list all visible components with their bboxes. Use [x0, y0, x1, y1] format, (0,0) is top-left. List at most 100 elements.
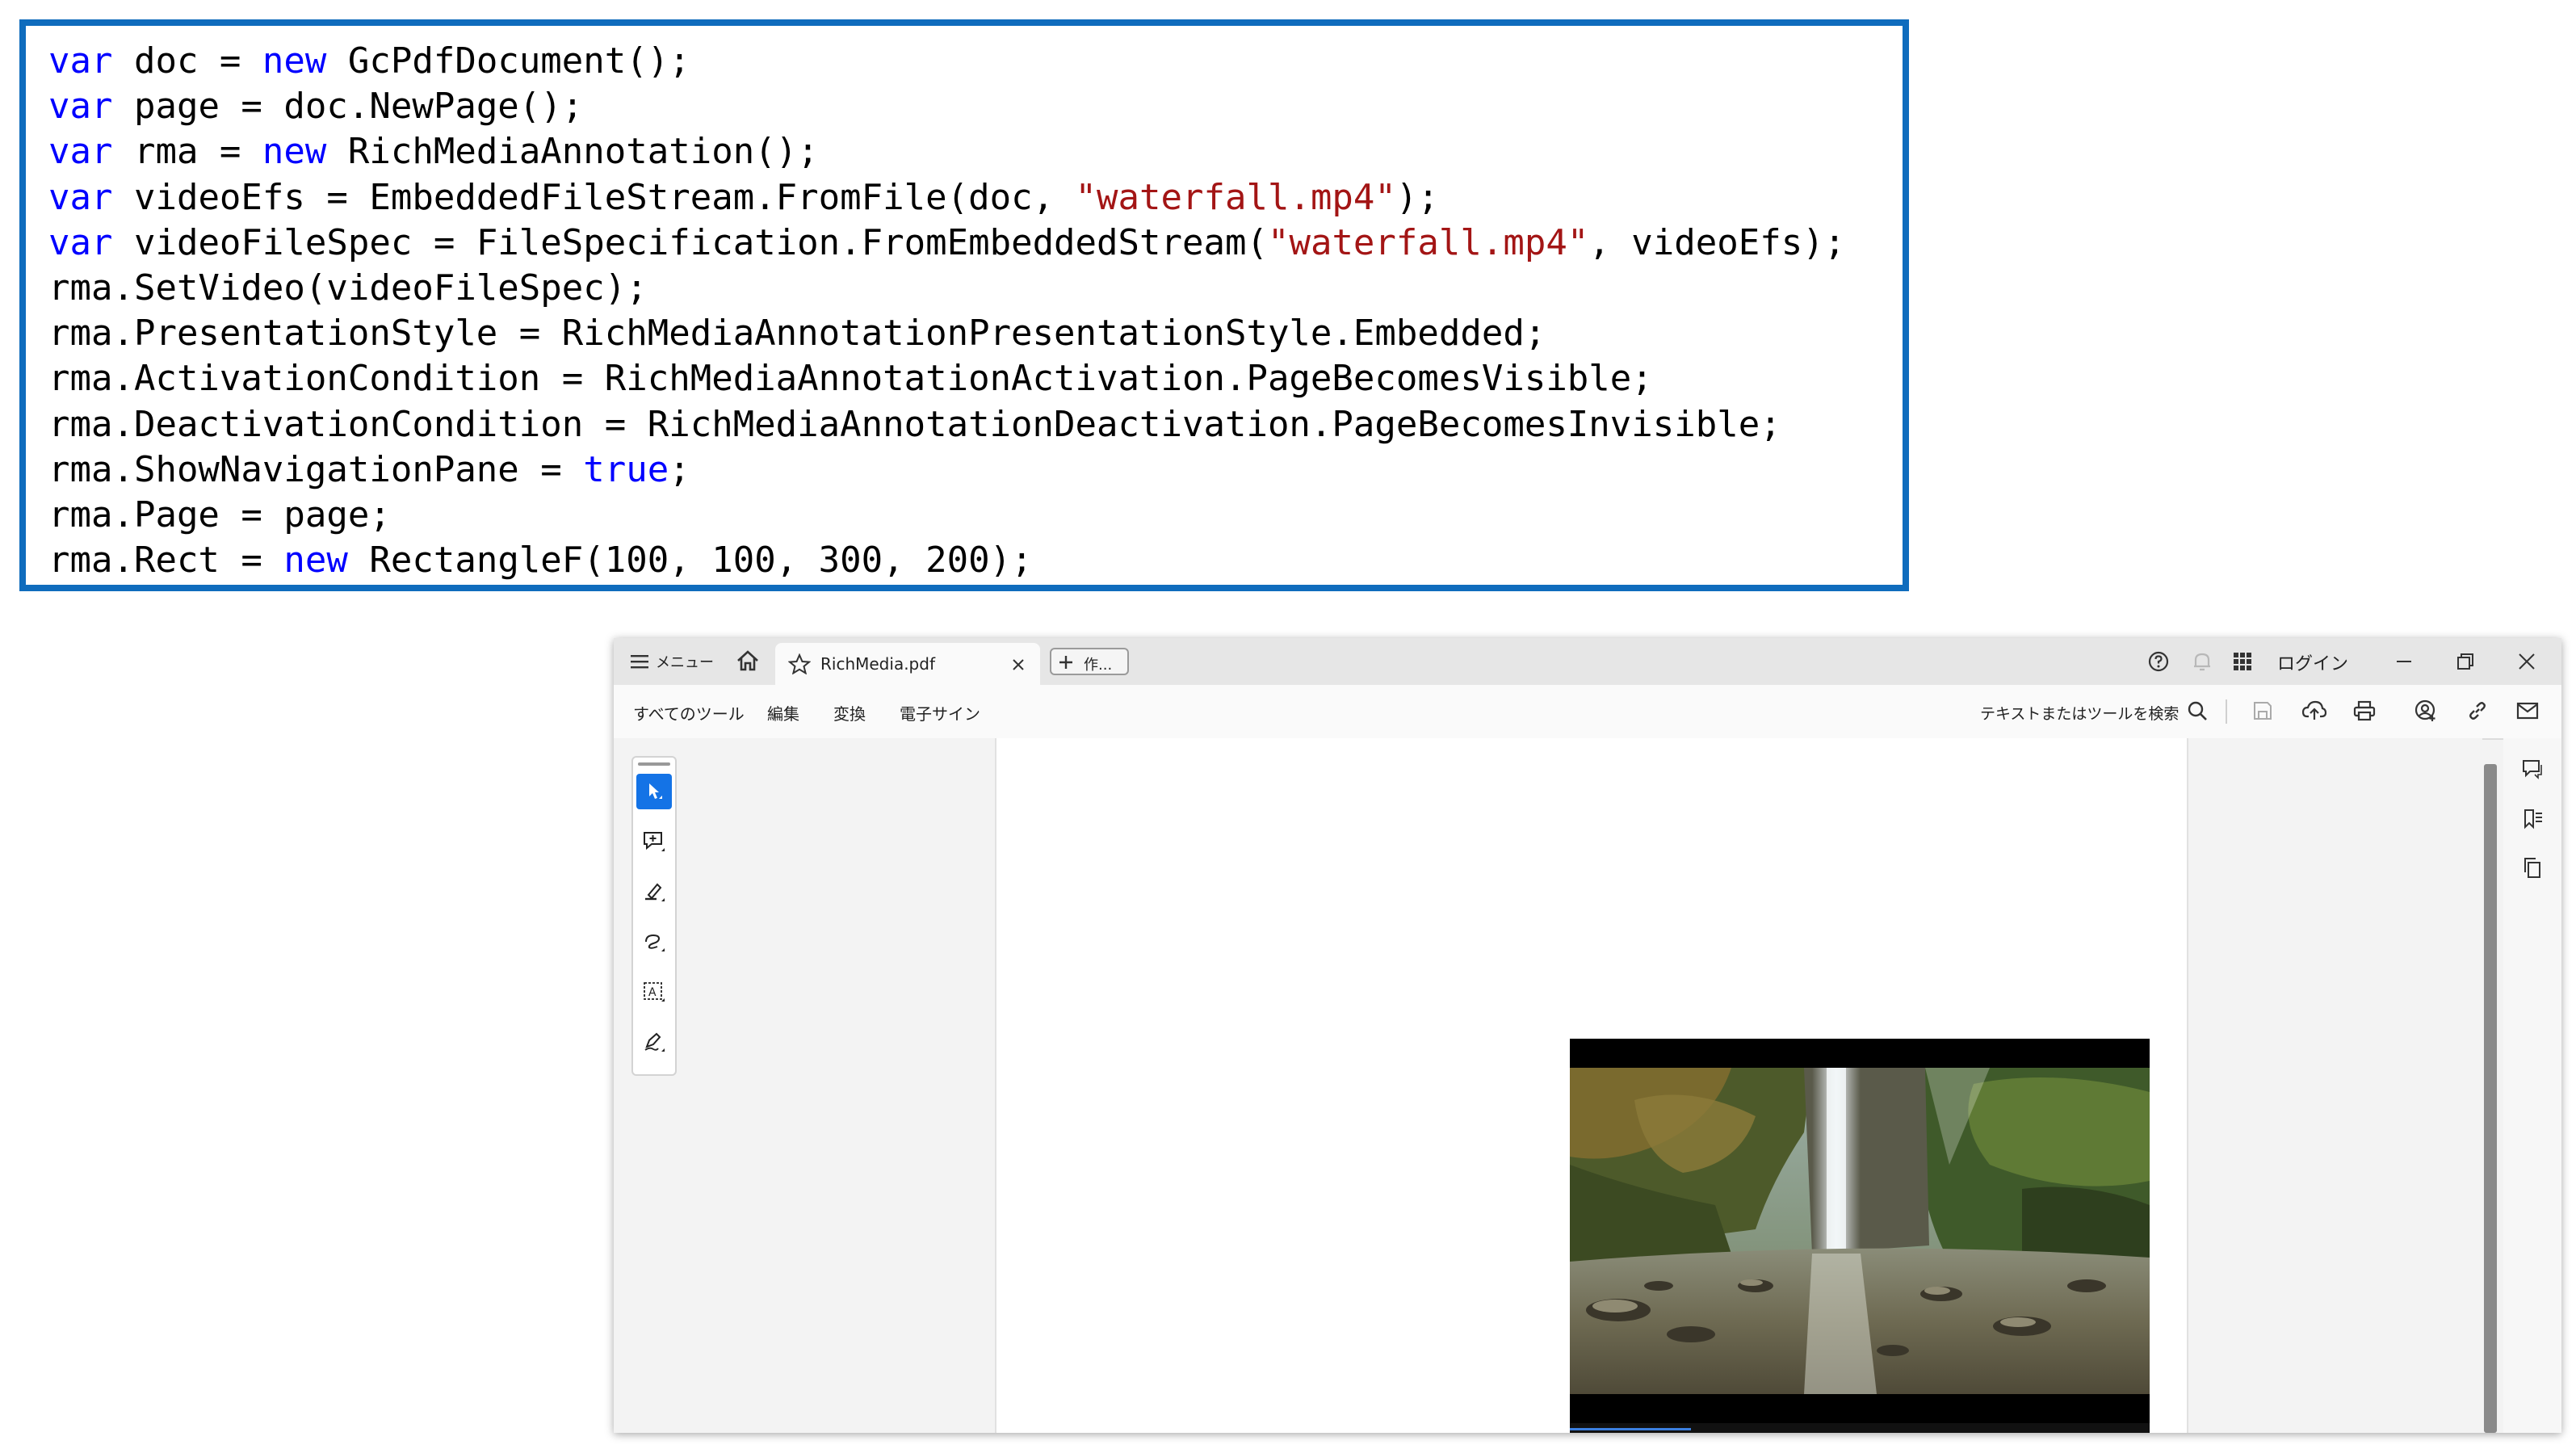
pdf-viewer-window: メニュー RichMedia.pdf 作... ログイン すべてのツール 編集 …: [614, 638, 2561, 1433]
close-icon: [2519, 653, 2535, 670]
code-text: rma.ActivationCondition = RichMediaAnnot…: [48, 358, 1653, 400]
cursor-arrow-icon: [649, 783, 662, 799]
menu-esign[interactable]: 電子サイン: [900, 701, 980, 724]
pages-panel-button[interactable]: [2518, 853, 2547, 882]
code-line: var videoEfs = EmbeddedFileStream.FromFi…: [48, 177, 1439, 218]
code-line: rma.ActivationCondition = RichMediaAnnot…: [48, 358, 1653, 399]
comments-panel-button[interactable]: [2518, 754, 2547, 783]
code-text: page = doc.NewPage();: [112, 86, 584, 128]
code-keyword: var: [48, 40, 113, 82]
sign-tool[interactable]: [636, 1024, 672, 1060]
apps-button[interactable]: [2229, 648, 2256, 675]
select-tool[interactable]: [636, 774, 672, 809]
code-text: rma =: [112, 131, 262, 173]
upload-button[interactable]: [2300, 696, 2329, 725]
code-line: rma.Page = page;: [48, 494, 391, 536]
rail-grip-handle[interactable]: [638, 762, 670, 766]
menu-edit[interactable]: 編集: [767, 701, 799, 724]
code-string: "waterfall.mp4": [1267, 221, 1589, 263]
printer-icon: [2353, 700, 2376, 721]
code-keyword: new: [283, 540, 348, 582]
close-window-button[interactable]: [2513, 648, 2540, 675]
document-page[interactable]: [996, 738, 2187, 1433]
tab-richmedia-pdf[interactable]: RichMedia.pdf: [775, 643, 1040, 685]
code-line: rma.Rect = new RectangleF(100, 100, 300,…: [48, 540, 1033, 581]
text-select-tool[interactable]: A: [636, 974, 672, 1010]
bell-icon: [2194, 653, 2210, 671]
cloud-upload-icon: [2302, 700, 2326, 720]
seek-progress-bar[interactable]: [1570, 1428, 1691, 1430]
help-icon: [2148, 651, 2169, 672]
code-line: rma.PresentationStyle = RichMediaAnnotat…: [48, 313, 1546, 354]
restore-icon: [2457, 653, 2473, 670]
minimize-button[interactable]: [2390, 648, 2418, 675]
print-button[interactable]: [2350, 696, 2379, 725]
menu-button[interactable]: メニュー: [630, 649, 714, 674]
search-label[interactable]: テキストまたはツールを検索: [1980, 702, 2179, 724]
left-pane: A: [614, 738, 996, 1433]
restore-button[interactable]: [2452, 648, 2479, 675]
save-icon: [2254, 702, 2272, 720]
tab-title: RichMedia.pdf: [820, 654, 935, 674]
bookmarks-panel-button[interactable]: [2518, 804, 2547, 834]
copy-link-button[interactable]: [2463, 696, 2492, 725]
highlighter-icon: [645, 883, 665, 901]
freehand-draw-icon: [645, 934, 665, 951]
code-keyword: var: [48, 131, 113, 173]
code-text: );: [1395, 176, 1439, 218]
new-tab-button[interactable]: 作...: [1050, 648, 1129, 675]
code-line: rma.SetVideo(videoFileSpec);: [48, 267, 648, 309]
code-text: rma.PresentationStyle = RichMediaAnnotat…: [48, 313, 1546, 355]
right-tool-rail: [2503, 738, 2561, 1433]
quick-tools-rail: A: [631, 756, 677, 1076]
code-text: rma.Rect =: [48, 540, 284, 582]
close-tab-icon[interactable]: [1011, 657, 1026, 672]
text-box-icon: A: [644, 982, 665, 1002]
code-text: RichMediaAnnotation();: [326, 131, 819, 173]
login-button[interactable]: ログイン: [2277, 649, 2348, 675]
apps-grid-icon: [2234, 653, 2251, 670]
highlight-tool[interactable]: [636, 874, 672, 909]
menu-all-tools[interactable]: すべてのツール: [633, 701, 745, 724]
save-button[interactable]: [2248, 696, 2277, 725]
code-text: doc =: [112, 40, 262, 82]
code-line: var videoFileSpec = FileSpecification.Fr…: [48, 222, 1845, 263]
tab-bar: メニュー RichMedia.pdf 作... ログイン: [614, 638, 2561, 685]
code-text: videoFileSpec = FileSpecification.FromEm…: [112, 221, 1268, 263]
code-line: var doc = new GcPdfDocument();: [48, 40, 690, 82]
minimize-icon: [2397, 661, 2411, 662]
bookmark-icon: [2524, 809, 2542, 830]
code-text: rma.SetVideo(videoFileSpec);: [48, 267, 648, 309]
link-icon: [2469, 702, 2486, 720]
home-button[interactable]: [733, 646, 762, 675]
add-comment-tool[interactable]: [636, 824, 672, 859]
code-text: rma.ShowNavigationPane =: [48, 448, 584, 490]
rich-media-video-player[interactable]: [1570, 1039, 2150, 1433]
code-snippet: var doc = new GcPdfDocument(); var page …: [48, 39, 1845, 583]
code-text: , videoEfs);: [1588, 221, 1846, 263]
vertical-scrollbar[interactable]: [2484, 764, 2497, 1433]
notifications-button[interactable]: [2188, 648, 2216, 675]
comments-icon: [2523, 760, 2542, 779]
copy-pages-icon: [2524, 858, 2540, 878]
main-toolbar: すべてのツール 編集 変換 電子サイン テキストまたはツールを検索: [614, 685, 2561, 740]
code-keyword: true: [583, 448, 669, 490]
menu-convert[interactable]: 変換: [833, 701, 866, 724]
waterfall-video-frame[interactable]: [1570, 1068, 2150, 1394]
menu-label: メニュー: [656, 654, 714, 671]
share-button[interactable]: [2411, 696, 2440, 725]
home-icon: [737, 650, 758, 671]
star-icon[interactable]: [788, 653, 811, 674]
right-gutter: [2187, 738, 2482, 1433]
draw-tool[interactable]: [636, 924, 672, 960]
email-button[interactable]: [2513, 696, 2542, 725]
code-keyword: new: [262, 131, 327, 173]
code-keyword: var: [48, 86, 113, 128]
help-button[interactable]: [2145, 648, 2172, 675]
code-string: "waterfall.mp4": [1075, 176, 1396, 218]
code-snippet-box: var doc = new GcPdfDocument(); var page …: [19, 19, 1909, 591]
search-button[interactable]: [2184, 696, 2211, 725]
code-line: var page = doc.NewPage();: [48, 86, 583, 127]
code-text: videoEfs = EmbeddedFileStream.FromFile(d…: [112, 176, 1076, 218]
mail-icon: [2516, 702, 2539, 720]
